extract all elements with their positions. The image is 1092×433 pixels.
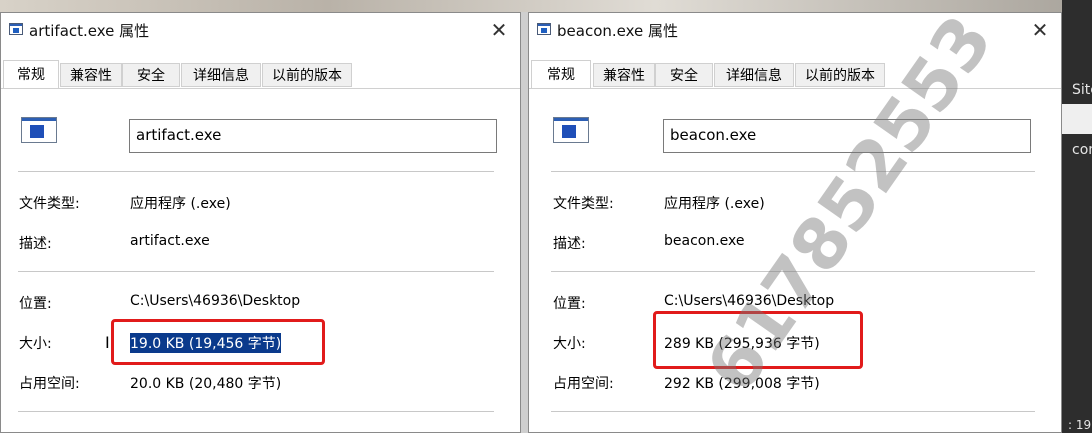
filename-field[interactable]: beacon.exe: [663, 119, 1031, 153]
tab-general[interactable]: 常规: [531, 60, 591, 88]
side-panel: [1062, 0, 1092, 433]
disk-size-value: 292 KB (299,008 字节): [664, 376, 820, 392]
tab-previous-versions[interactable]: 以前的版本: [795, 63, 885, 87]
size-label: 大小:: [553, 336, 586, 352]
tab-bar: 常规 兼容性 安全 详细信息 以前的版本: [529, 60, 1061, 89]
location-label: 位置:: [19, 296, 52, 312]
tab-panel-border: [1, 88, 520, 89]
divider: [551, 171, 1035, 172]
title-bar: beacon.exe 属性 ✕: [529, 13, 1061, 49]
location-label: 位置:: [553, 296, 586, 312]
tab-previous-versions[interactable]: 以前的版本: [262, 63, 352, 87]
tab-bar: 常规 兼容性 安全 详细信息 以前的版本: [1, 60, 520, 89]
window-app-icon: [537, 23, 551, 35]
divider: [18, 271, 494, 272]
text-cursor-icon: I: [105, 333, 110, 352]
description-label: 描述:: [553, 236, 586, 252]
divider: [18, 411, 494, 412]
disk-size-label: 占用空间:: [553, 376, 614, 392]
tab-general[interactable]: 常规: [3, 60, 59, 88]
side-panel-text: : 19: [1068, 418, 1092, 432]
description-value: beacon.exe: [664, 233, 745, 249]
disk-size-label: 占用空间:: [19, 376, 80, 392]
properties-dialog-beacon: beacon.exe 属性 ✕ 常规 兼容性 安全 详细信息 以前的版本 bea…: [528, 12, 1062, 433]
description-label: 描述:: [19, 236, 52, 252]
filename-field[interactable]: artifact.exe: [129, 119, 497, 153]
tab-security[interactable]: 安全: [122, 63, 180, 87]
divider: [551, 411, 1035, 412]
desktop-background-strip: [0, 0, 1092, 12]
highlight-box: [111, 319, 325, 365]
window-app-icon: [9, 23, 23, 35]
exe-file-icon: [553, 117, 589, 143]
title-bar: artifact.exe 属性 ✕: [1, 13, 520, 49]
exe-file-icon: [21, 117, 57, 143]
camera-icon[interactable]: [1062, 104, 1092, 134]
divider: [18, 171, 494, 172]
tab-compatibility[interactable]: 兼容性: [593, 63, 655, 87]
side-panel-text: con: [1072, 142, 1092, 158]
location-value: C:\Users\46936\Desktop: [130, 293, 301, 309]
tab-details[interactable]: 详细信息: [181, 63, 261, 87]
close-icon[interactable]: ✕: [1027, 17, 1053, 43]
window-title: beacon.exe 属性: [557, 22, 679, 40]
file-type-value: 应用程序 (.exe): [664, 196, 765, 212]
tab-compatibility[interactable]: 兼容性: [60, 63, 122, 87]
size-label: 大小:: [19, 336, 52, 352]
file-type-label: 文件类型:: [553, 196, 614, 212]
tab-panel-border: [529, 88, 1061, 89]
description-value: artifact.exe: [130, 233, 210, 249]
divider: [551, 271, 1035, 272]
disk-size-value: 20.0 KB (20,480 字节): [130, 376, 282, 392]
file-type-label: 文件类型:: [19, 196, 80, 212]
properties-dialog-artifact: artifact.exe 属性 ✕ 常规 兼容性 安全 详细信息 以前的版本 a…: [0, 12, 521, 433]
highlight-box: [653, 311, 863, 369]
close-icon[interactable]: ✕: [486, 17, 512, 43]
tab-security[interactable]: 安全: [655, 63, 713, 87]
tab-details[interactable]: 详细信息: [714, 63, 794, 87]
location-value: C:\Users\46936\Desktop: [664, 293, 835, 309]
window-title: artifact.exe 属性: [29, 22, 150, 40]
file-type-value: 应用程序 (.exe): [130, 196, 231, 212]
side-panel-text: Site: [1072, 82, 1092, 98]
